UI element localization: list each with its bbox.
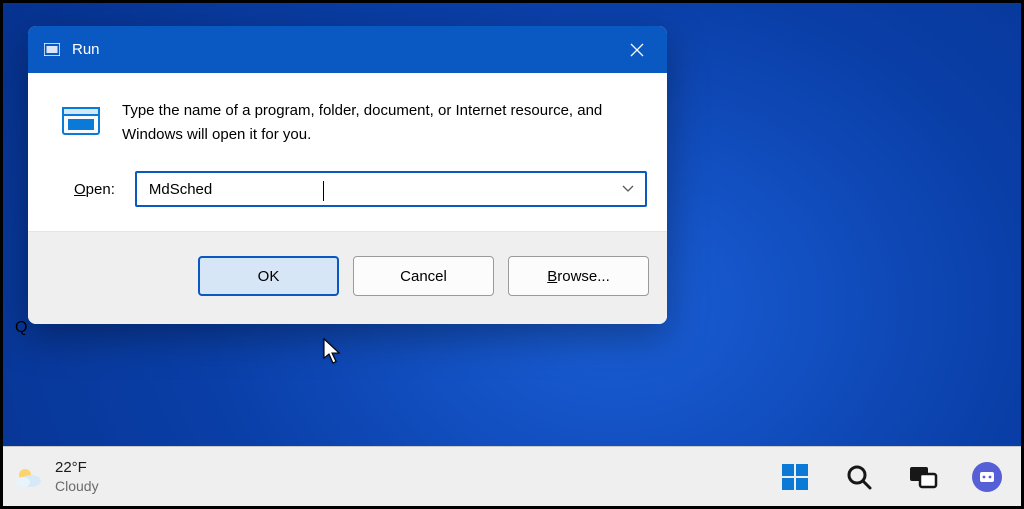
close-button[interactable] (607, 26, 667, 73)
window-title: Run (72, 41, 100, 58)
close-icon (629, 42, 645, 58)
weather-widget[interactable]: 22°F Cloudy (13, 459, 99, 495)
open-combobox[interactable] (135, 171, 647, 207)
cancel-label: Cancel (400, 268, 447, 285)
cancel-button[interactable]: Cancel (353, 256, 494, 296)
weather-text: 22°F Cloudy (55, 459, 99, 495)
browse-label: Browse... (547, 268, 610, 285)
taskbar-icons (777, 459, 1005, 495)
open-label: Open: (74, 181, 115, 198)
weather-condition: Cloudy (55, 477, 99, 495)
text-caret (323, 181, 324, 201)
dialog-body: Type the name of a program, folder, docu… (28, 73, 667, 157)
search-button[interactable] (841, 459, 877, 495)
chat-icon (971, 461, 1003, 493)
titlebar[interactable]: Run (28, 26, 667, 73)
button-row: OK Cancel Browse... (28, 231, 667, 324)
run-icon (44, 43, 60, 56)
windows-logo-icon (780, 462, 810, 492)
search-icon (845, 463, 873, 491)
browse-button[interactable]: Browse... (508, 256, 649, 296)
mouse-cursor-icon (323, 338, 343, 366)
run-large-icon (60, 99, 104, 147)
weather-temperature: 22°F (55, 459, 99, 477)
ok-button[interactable]: OK (198, 256, 339, 296)
open-row: Open: (28, 157, 667, 231)
ok-label: OK (258, 268, 280, 285)
start-button[interactable] (777, 459, 813, 495)
weather-icon (13, 462, 43, 492)
chat-button[interactable] (969, 459, 1005, 495)
chevron-down-icon[interactable] (621, 184, 635, 194)
task-view-icon (908, 463, 938, 491)
open-input[interactable] (149, 181, 609, 198)
stray-character: Q (15, 319, 27, 337)
run-dialog: Run Type the name of a program, folder, … (28, 26, 667, 324)
dialog-description: Type the name of a program, folder, docu… (122, 99, 641, 147)
task-view-button[interactable] (905, 459, 941, 495)
taskbar: 22°F Cloudy (3, 446, 1021, 506)
